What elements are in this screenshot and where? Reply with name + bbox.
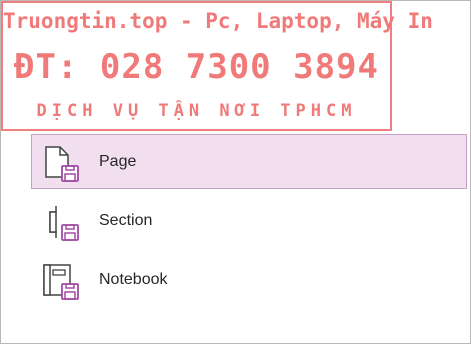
option-section[interactable]: Section bbox=[31, 193, 467, 248]
notebook-save-icon bbox=[43, 264, 79, 300]
option-page[interactable]: Page bbox=[31, 134, 467, 189]
option-notebook[interactable]: Notebook bbox=[31, 252, 467, 307]
watermark-banner: Truongtin.top - Pc, Laptop, Máy In ĐT: 0… bbox=[1, 1, 433, 131]
option-page-label: Page bbox=[99, 152, 137, 170]
watermark-line-1: Truongtin.top - Pc, Laptop, Máy In bbox=[3, 9, 433, 33]
watermark-line-3: DỊCH VỤ TẬN NƠI TPHCM bbox=[36, 101, 357, 121]
option-notebook-label: Notebook bbox=[99, 270, 168, 288]
watermark-phone: ĐT: 028 7300 3894 bbox=[14, 47, 379, 87]
export-scope-list: Page Section Notebook bbox=[31, 134, 467, 311]
option-section-label: Section bbox=[99, 211, 153, 229]
page-save-icon bbox=[45, 146, 79, 182]
section-save-icon bbox=[49, 206, 79, 241]
